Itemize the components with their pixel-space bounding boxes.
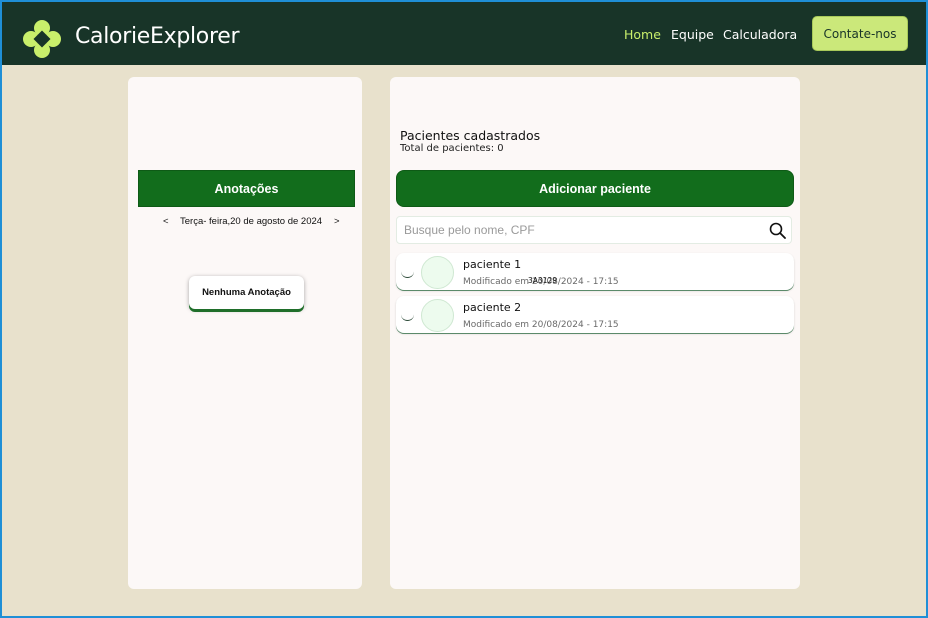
current-date: Terça- feira,20 de agosto de 2024 [180,216,323,227]
patient-name: paciente 1 [463,258,522,271]
patient-modified-date: Modificado em 20/08/2024 - 17:15 [463,320,619,330]
patient-select-toggle[interactable] [401,265,414,278]
patient-card[interactable]: paciente 1 Modificado em 20/08/2024 - 17… [396,253,794,290]
search-input[interactable] [397,217,757,243]
search-box [396,216,792,244]
patients-panel: Pacientes cadastrados Total de pacientes… [390,77,800,589]
notes-panel: Anotações < Terça- feira,20 de agosto de… [128,77,362,589]
add-patient-button[interactable]: Adicionar paciente [396,170,794,207]
nav-link-home[interactable]: Home [624,27,661,42]
search-icon[interactable] [769,222,786,239]
date-navigator: < Terça- feira,20 de agosto de 2024 > [128,216,362,230]
clover-logo-icon[interactable] [22,19,62,59]
nav-link-calculadora[interactable]: Calculadora [723,27,797,42]
avatar [421,299,454,332]
navbar: CalorieExplorer Home Equipe Calculadora … [2,2,926,65]
patients-total: Total de pacientes: 0 [400,143,504,154]
patient-card[interactable]: paciente 2 Modificado em 20/08/2024 - 17… [396,296,794,333]
brand-name[interactable]: CalorieExplorer [75,24,240,49]
avatar [421,256,454,289]
notes-header: Anotações [138,170,355,207]
patient-select-toggle[interactable] [401,308,414,321]
contact-button[interactable]: Contate-nos [812,16,908,51]
patient-overlay-code: 3A3129 [528,276,557,285]
next-day-button[interactable]: > [334,216,340,227]
patient-name: paciente 2 [463,301,522,314]
patients-title: Pacientes cadastrados [400,128,541,143]
nav-link-equipe[interactable]: Equipe [671,27,714,42]
previous-day-button[interactable]: < [163,216,169,227]
no-notes-button[interactable]: Nenhuma Anotação [189,276,304,309]
